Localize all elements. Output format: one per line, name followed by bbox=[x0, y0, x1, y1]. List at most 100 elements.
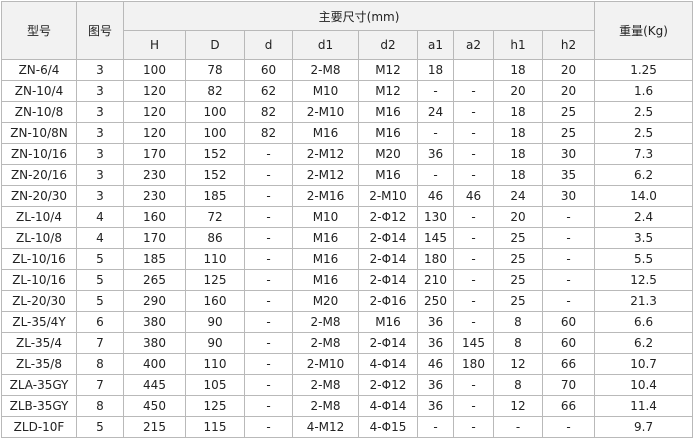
cell-weight: 9.7 bbox=[594, 416, 693, 438]
cell-H: 400 bbox=[123, 353, 186, 375]
cell-figure: 3 bbox=[76, 143, 124, 165]
cell-d: 82 bbox=[244, 122, 293, 144]
cell-h2: 20 bbox=[541, 59, 596, 81]
cell-D: 115 bbox=[185, 416, 245, 438]
header-dim-h2: h2 bbox=[541, 30, 596, 60]
cell-weight: 6.2 bbox=[594, 164, 693, 186]
cell-a2: - bbox=[453, 374, 494, 396]
cell-a2: 180 bbox=[453, 353, 494, 375]
cell-d2: 2-Φ14 bbox=[358, 269, 418, 291]
header-weight: 重量(Kg) bbox=[594, 1, 693, 60]
cell-figure: 3 bbox=[76, 122, 124, 144]
table-row: ZN-10/16 3 170 152-2-M12 M20 36-18 30 7.3 bbox=[1, 143, 693, 165]
cell-model: ZLD-10F bbox=[1, 416, 77, 438]
cell-d: - bbox=[244, 227, 293, 249]
cell-d: - bbox=[244, 143, 293, 165]
cell-d1: 2-M8 bbox=[292, 59, 359, 81]
cell-figure: 7 bbox=[76, 332, 124, 354]
cell-H: 215 bbox=[123, 416, 186, 438]
cell-h1: 18 bbox=[493, 122, 543, 144]
cell-H: 170 bbox=[123, 143, 186, 165]
cell-a1: 36 bbox=[417, 332, 454, 354]
cell-weight: 1.6 bbox=[594, 80, 693, 102]
cell-D: 125 bbox=[185, 395, 245, 417]
cell-model: ZL-35/4 bbox=[1, 332, 77, 354]
cell-a1: 36 bbox=[417, 143, 454, 165]
cell-a2: - bbox=[453, 143, 494, 165]
header-dim-H: H bbox=[123, 30, 186, 60]
cell-h1: 25 bbox=[493, 227, 543, 249]
cell-h2: 70 bbox=[541, 374, 596, 396]
cell-D: 105 bbox=[185, 374, 245, 396]
cell-a2: - bbox=[453, 101, 494, 123]
cell-d2: M16 bbox=[358, 311, 418, 333]
cell-model: ZN-20/30 bbox=[1, 185, 77, 207]
cell-a1: - bbox=[417, 122, 454, 144]
cell-d1: 2-M16 bbox=[292, 185, 359, 207]
cell-model: ZN-10/16 bbox=[1, 143, 77, 165]
cell-model: ZLA-35GY bbox=[1, 374, 77, 396]
cell-weight: 2.5 bbox=[594, 122, 693, 144]
cell-H: 230 bbox=[123, 185, 186, 207]
cell-h1: 18 bbox=[493, 164, 543, 186]
cell-weight: 11.4 bbox=[594, 395, 693, 417]
cell-d2: M20 bbox=[358, 143, 418, 165]
cell-figure: 3 bbox=[76, 164, 124, 186]
cell-d1: 2-M12 bbox=[292, 164, 359, 186]
cell-d1: M20 bbox=[292, 290, 359, 312]
cell-d2: 2-Φ14 bbox=[358, 248, 418, 270]
cell-a2: - bbox=[453, 227, 494, 249]
cell-H: 185 bbox=[123, 248, 186, 270]
cell-figure: 6 bbox=[76, 311, 124, 333]
cell-a2: - bbox=[453, 164, 494, 186]
cell-a1: 18 bbox=[417, 59, 454, 81]
cell-a2: - bbox=[453, 290, 494, 312]
table-header: 型号 图号 主要尺寸(mm) 重量(Kg) H D d d1 d2 a1 a2 … bbox=[1, 1, 693, 60]
cell-weight: 6.2 bbox=[594, 332, 693, 354]
table-row: ZN-6/4 3 100 78 60 2-M8 M12 18 18 20 1.25 bbox=[1, 59, 693, 81]
cell-h1: 18 bbox=[493, 101, 543, 123]
cell-figure: 3 bbox=[76, 101, 124, 123]
cell-d: - bbox=[244, 311, 293, 333]
cell-D: 72 bbox=[185, 206, 245, 228]
table-body: ZN-6/4 3 100 78 60 2-M8 M12 18 18 20 1.25 ZN-10/4 3 1… bbox=[1, 59, 693, 438]
cell-model: ZN-10/4 bbox=[1, 80, 77, 102]
cell-d2: 2-Φ14 bbox=[358, 332, 418, 354]
cell-d1: 2-M8 bbox=[292, 374, 359, 396]
cell-a2: - bbox=[453, 311, 494, 333]
cell-d: - bbox=[244, 395, 293, 417]
cell-h1: 12 bbox=[493, 395, 543, 417]
cell-weight: 14.0 bbox=[594, 185, 693, 207]
cell-h1: - bbox=[493, 416, 543, 438]
cell-d2: 2-Φ12 bbox=[358, 206, 418, 228]
cell-h1: 24 bbox=[493, 185, 543, 207]
header-dim-d2: d2 bbox=[358, 30, 418, 60]
cell-d2: 2-Φ12 bbox=[358, 374, 418, 396]
cell-weight: 2.5 bbox=[594, 101, 693, 123]
cell-a1: 24 bbox=[417, 101, 454, 123]
cell-d1: M16 bbox=[292, 122, 359, 144]
cell-a2: - bbox=[453, 122, 494, 144]
cell-a1: 180 bbox=[417, 248, 454, 270]
table-row: ZN-10/4 3 120 82 62 M10 M12- -20 20 1.6 bbox=[1, 80, 693, 102]
cell-d: - bbox=[244, 206, 293, 228]
cell-d: - bbox=[244, 269, 293, 291]
cell-D: 152 bbox=[185, 143, 245, 165]
cell-d2: M12 bbox=[358, 80, 418, 102]
cell-weight: 12.5 bbox=[594, 269, 693, 291]
cell-a1: - bbox=[417, 416, 454, 438]
cell-D: 78 bbox=[185, 59, 245, 81]
cell-H: 120 bbox=[123, 80, 186, 102]
table-row: ZL-10/4 4 160 72- M10 2-Φ12 130-20-2.4 bbox=[1, 206, 693, 228]
cell-h2: - bbox=[541, 416, 596, 438]
cell-model: ZLB-35GY bbox=[1, 395, 77, 417]
cell-d1: 2-M8 bbox=[292, 332, 359, 354]
cell-d1: 4-M12 bbox=[292, 416, 359, 438]
cell-weight: 1.25 bbox=[594, 59, 693, 81]
header-dim-a2: a2 bbox=[453, 30, 494, 60]
cell-h1: 8 bbox=[493, 311, 543, 333]
header-dim-a1: a1 bbox=[417, 30, 454, 60]
cell-a1: - bbox=[417, 164, 454, 186]
table-row: ZLD-10F 5 215 115-4-M12 4-Φ15- - - -9.7 bbox=[1, 416, 693, 438]
cell-model: ZL-35/4Y bbox=[1, 311, 77, 333]
